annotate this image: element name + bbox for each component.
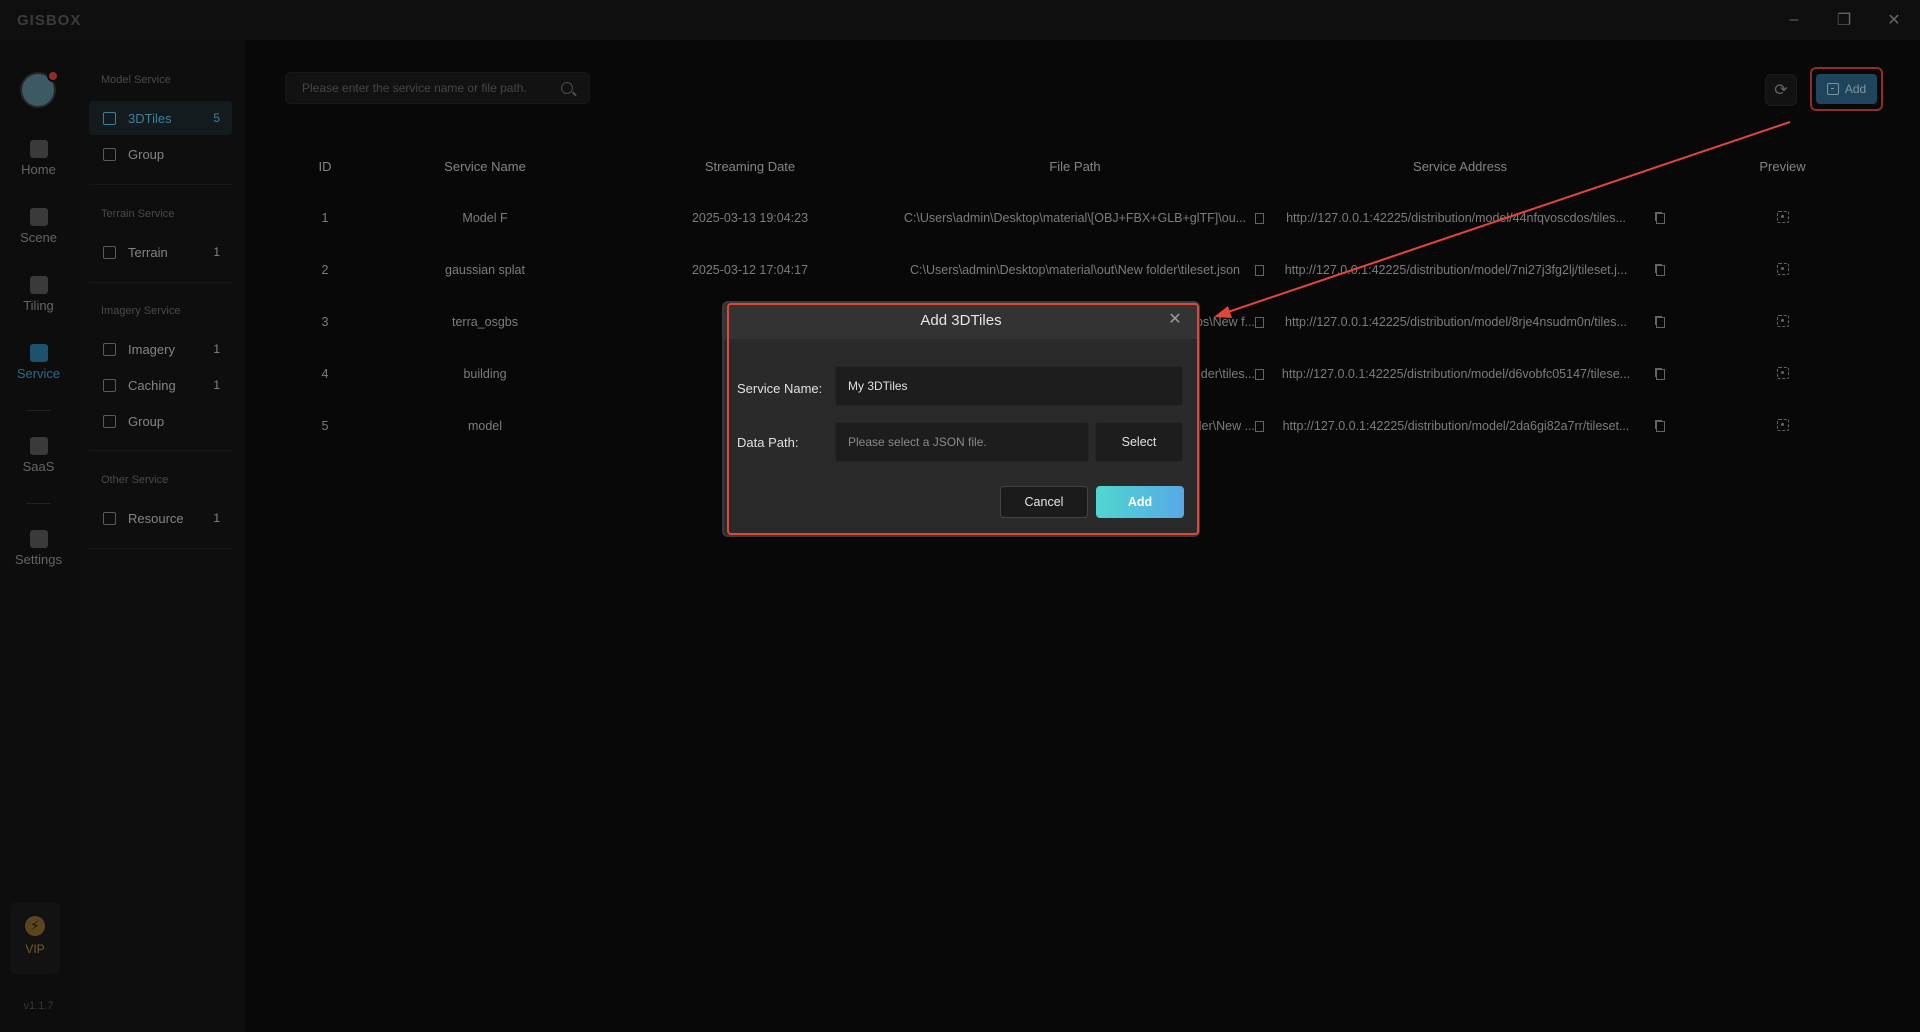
dialog-highlight bbox=[727, 303, 1199, 535]
